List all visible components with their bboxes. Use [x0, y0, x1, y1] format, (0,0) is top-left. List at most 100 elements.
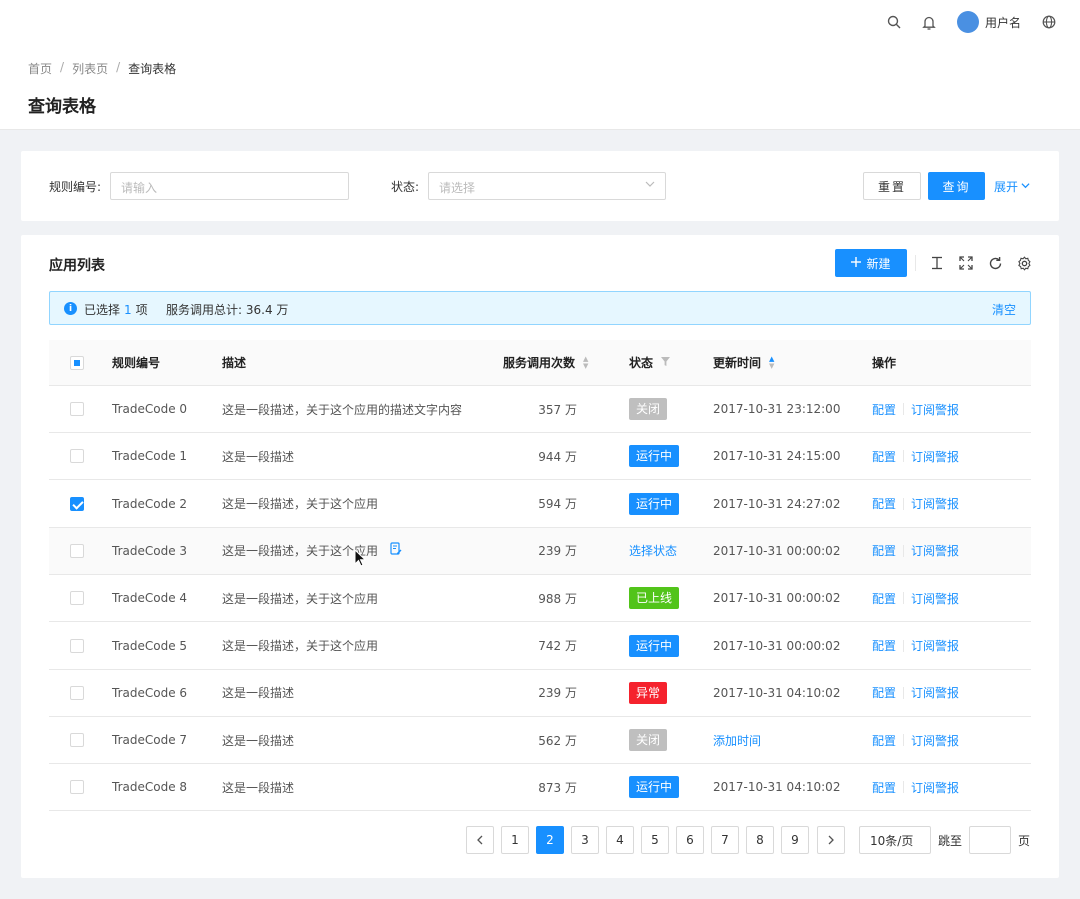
- subscribe-alert-link[interactable]: 订阅警报: [911, 590, 959, 607]
- table-row[interactable]: TradeCode 5 这是一段描述，关于这个应用 742 万 运行中 2017…: [49, 623, 1031, 670]
- col-header-status[interactable]: 状态: [629, 340, 671, 385]
- configure-link[interactable]: 配置: [872, 590, 896, 607]
- globe-icon[interactable]: [1039, 12, 1059, 32]
- row-checkbox[interactable]: [70, 638, 84, 653]
- actions-cell: 配置 订阅警报: [872, 386, 959, 432]
- density-icon[interactable]: [928, 254, 946, 272]
- col-header-time[interactable]: 更新时间 ▲ ▼: [713, 340, 774, 385]
- breadcrumb-list[interactable]: 列表页: [72, 60, 108, 77]
- action-divider: [903, 639, 905, 652]
- subscribe-alert-link[interactable]: 订阅警报: [911, 637, 959, 654]
- actions-cell: 配置 订阅警报: [872, 528, 959, 574]
- row-checkbox[interactable]: [70, 685, 84, 700]
- page-1-button[interactable]: 1: [501, 826, 529, 854]
- row-checkbox[interactable]: [70, 591, 84, 606]
- page-6-button[interactable]: 6: [676, 826, 704, 854]
- page-3-button[interactable]: 3: [571, 826, 599, 854]
- username[interactable]: 用户名: [985, 14, 1021, 31]
- add-time-link[interactable]: 添加时间: [713, 732, 761, 749]
- table-title: 应用列表: [49, 258, 105, 274]
- top-bar: 用户名: [0, 0, 1080, 44]
- subscribe-alert-link[interactable]: 订阅警报: [911, 779, 959, 796]
- description-cell: 这是一段描述: [222, 433, 294, 479]
- subscribe-alert-link[interactable]: 订阅警报: [911, 448, 959, 465]
- select-status-link[interactable]: 选择状态: [629, 542, 677, 559]
- next-page-button[interactable]: [817, 826, 845, 854]
- configure-link[interactable]: 配置: [872, 732, 896, 749]
- description: 这是一段描述: [222, 733, 295, 748]
- row-checkbox[interactable]: [70, 543, 84, 558]
- select-all-checkbox[interactable]: [70, 355, 84, 370]
- configure-link[interactable]: 配置: [872, 401, 896, 418]
- subscribe-alert-link[interactable]: 订阅警报: [911, 495, 959, 512]
- new-button[interactable]: 新建: [835, 249, 907, 277]
- row-checkbox[interactable]: [70, 449, 84, 464]
- page-2-button[interactable]: 2: [536, 826, 564, 854]
- description-cell: 这是一段描述，关于这个应用: [222, 575, 378, 621]
- status-label: 状态:: [391, 180, 420, 194]
- search-icon[interactable]: [884, 12, 904, 32]
- reset-button[interactable]: 重置: [863, 172, 921, 200]
- prev-page-button[interactable]: [466, 826, 494, 854]
- configure-link[interactable]: 配置: [872, 684, 896, 701]
- page-8-button[interactable]: 8: [746, 826, 774, 854]
- row-checkbox[interactable]: [70, 733, 84, 748]
- fullscreen-icon[interactable]: [957, 254, 975, 272]
- page-7-button[interactable]: 7: [711, 826, 739, 854]
- row-checkbox[interactable]: [70, 496, 84, 511]
- row-checkbox-cell: [70, 717, 84, 763]
- col-header-calls[interactable]: 服务调用次数 ▲ ▼: [503, 340, 588, 385]
- update-time: 2017-10-31 24:27:02: [713, 496, 841, 511]
- rule-number-input[interactable]: 请输入: [110, 172, 349, 200]
- table-row[interactable]: TradeCode 4 这是一段描述，关于这个应用 988 万 已上线 2017…: [49, 575, 1031, 623]
- subscribe-alert-link[interactable]: 订阅警报: [911, 542, 959, 559]
- configure-link[interactable]: 配置: [872, 779, 896, 796]
- table-row[interactable]: TradeCode 2 这是一段描述，关于这个应用 594 万 运行中 2017…: [49, 481, 1031, 528]
- avatar[interactable]: [957, 11, 979, 33]
- settings-icon[interactable]: [1015, 254, 1033, 272]
- actions-cell: 配置 订阅警报: [872, 764, 959, 810]
- clear-selection-link[interactable]: 清空: [992, 301, 1016, 318]
- subscribe-alert-link[interactable]: 订阅警报: [911, 401, 959, 418]
- col-header-calls-label: 服务调用次数: [503, 356, 576, 370]
- call-count: 742 万: [538, 639, 577, 653]
- table-row[interactable]: TradeCode 0 这是一段描述，关于这个应用的描述文字内容 357 万 关…: [49, 386, 1031, 433]
- expand-link[interactable]: 展开: [991, 172, 1033, 200]
- actions-cell: 配置 订阅警报: [872, 717, 959, 763]
- subscribe-alert-link[interactable]: 订阅警报: [911, 684, 959, 701]
- page-4-button[interactable]: 4: [606, 826, 634, 854]
- table-row[interactable]: TradeCode 8 这是一段描述 873 万 运行中 2017-10-31 …: [49, 764, 1031, 812]
- table-row[interactable]: TradeCode 1 这是一段描述 944 万 运行中 2017-10-31 …: [49, 433, 1031, 481]
- page-9-button[interactable]: 9: [781, 826, 809, 854]
- edit-icon[interactable]: [390, 542, 402, 559]
- table-row[interactable]: TradeCode 7 这是一段描述 562 万 关闭 添加时间 配置 订阅警报: [49, 717, 1031, 765]
- page-5-button[interactable]: 5: [641, 826, 669, 854]
- row-checkbox[interactable]: [70, 780, 84, 795]
- call-count: 239 万: [538, 686, 577, 701]
- call-count: 944 万: [538, 449, 577, 464]
- time-cell: 2017-10-31 04:10:02: [713, 764, 840, 810]
- configure-link[interactable]: 配置: [872, 448, 896, 465]
- reload-icon[interactable]: [986, 254, 1004, 272]
- row-checkbox[interactable]: [70, 402, 84, 416]
- breadcrumb-home[interactable]: 首页: [28, 60, 52, 77]
- breadcrumb-current: 查询表格: [128, 62, 177, 76]
- query-button[interactable]: 查询: [928, 172, 985, 200]
- sort-icon: ▲ ▼: [583, 354, 589, 370]
- sort-icon: ▲ ▼: [769, 354, 775, 370]
- configure-link[interactable]: 配置: [872, 637, 896, 654]
- subscribe-alert-link[interactable]: 订阅警报: [911, 732, 959, 749]
- actions-cell: 配置 订阅警报: [872, 623, 959, 669]
- update-time: 2017-10-31 00:00:02: [713, 543, 841, 558]
- table-row[interactable]: TradeCode 6 这是一段描述 239 万 异常 2017-10-31 0…: [49, 670, 1031, 717]
- table-row[interactable]: TradeCode 3 这是一段描述，关于这个应用 239 万 选择状态 201…: [49, 527, 1031, 575]
- filter-icon[interactable]: [661, 356, 671, 369]
- configure-link[interactable]: 配置: [872, 495, 896, 512]
- rule-code: TradeCode 7: [112, 733, 188, 748]
- jump-page-input[interactable]: [969, 826, 1011, 854]
- actions-cell: 配置 订阅警报: [872, 481, 959, 527]
- status-select[interactable]: 请选择: [428, 172, 666, 200]
- page-size-select[interactable]: 10条/页: [859, 826, 931, 854]
- bell-icon[interactable]: [919, 12, 939, 32]
- configure-link[interactable]: 配置: [872, 542, 896, 559]
